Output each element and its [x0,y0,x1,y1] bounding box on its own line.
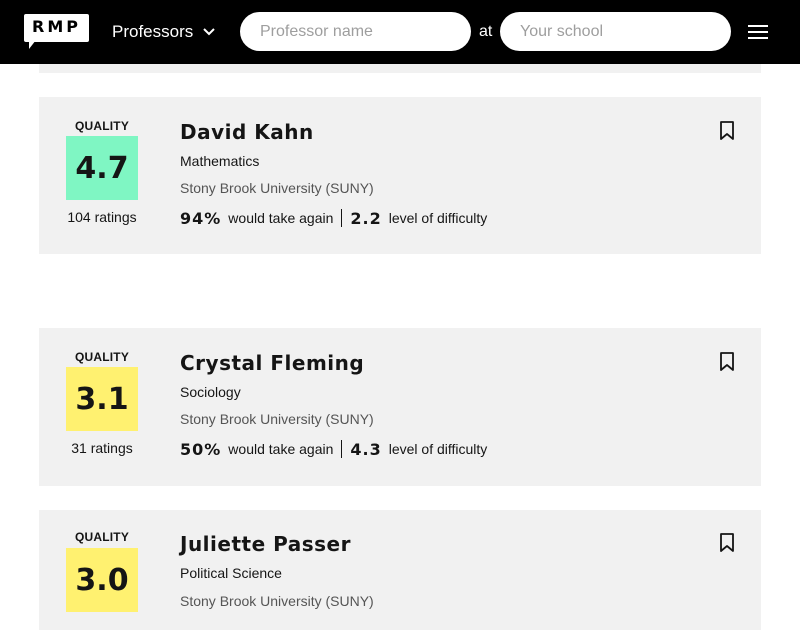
professor-school: Stony Brook University (SUNY) [180,411,374,427]
professor-stats: 94% would take again 2.2 level of diffic… [180,207,487,229]
professors-dropdown[interactable]: Professors [112,20,215,44]
bookmark-icon[interactable] [719,121,735,141]
bookmark-icon[interactable] [719,352,735,372]
professor-card[interactable]: QUALITY 4.7 104 ratings David Kahn Mathe… [39,97,761,254]
quality-label: QUALITY [74,119,130,133]
stat-divider [341,440,343,458]
would-take-again-value: 50% [180,439,222,459]
professor-department: Mathematics [180,153,260,169]
quality-label: QUALITY [74,530,130,544]
would-take-again-label: would take again [228,210,334,226]
professor-department: Political Science [180,565,282,581]
logo-speech-tail [29,40,36,49]
chevron-down-icon [203,28,215,36]
professor-school: Stony Brook University (SUNY) [180,593,374,609]
professor-name: David Kahn [180,120,314,144]
difficulty-value: 4.3 [350,439,382,459]
school-input[interactable] [500,12,731,51]
ratings-count: 104 ratings [67,209,137,225]
professor-stats: 50% would take again 4.3 level of diffic… [180,438,487,460]
difficulty-label: level of difficulty [388,210,488,226]
professors-dropdown-label: Professors [112,22,194,41]
difficulty-label: level of difficulty [388,441,488,457]
would-take-again-value: 94% [180,208,222,228]
hamburger-menu-icon[interactable] [748,24,768,40]
professor-card[interactable]: QUALITY 3.1 31 ratings Crystal Fleming S… [39,328,761,486]
quality-score: 3.1 [66,367,138,431]
stat-divider [341,209,343,227]
rmp-logo[interactable]: RMP [24,14,89,49]
logo-text: RMP [32,17,81,36]
professor-name-input[interactable] [240,12,471,51]
quality-score: 3.0 [66,548,138,612]
professor-school: Stony Brook University (SUNY) [180,180,374,196]
bookmark-icon[interactable] [719,533,735,553]
ratings-count: 31 ratings [71,440,133,456]
professor-card[interactable]: QUALITY 3.0 Juliette Passer Political Sc… [39,510,761,630]
professor-department: Sociology [180,384,241,400]
at-label: at [479,23,493,40]
professor-name: Juliette Passer [180,532,351,556]
would-take-again-label: would take again [228,441,334,457]
quality-score: 4.7 [66,136,138,200]
quality-label: QUALITY [74,350,130,364]
difficulty-value: 2.2 [350,208,382,228]
professor-name: Crystal Fleming [180,351,365,375]
top-navigation-bar: RMP Professors at [0,0,800,64]
